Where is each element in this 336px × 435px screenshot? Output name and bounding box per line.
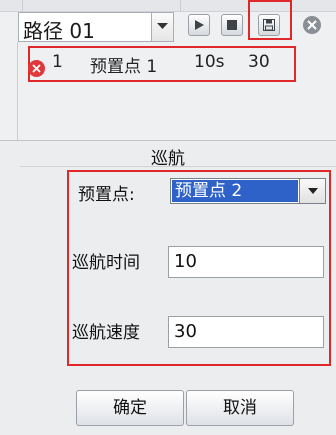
tab-divider (22, 0, 23, 12)
cruise-speed-input[interactable]: 30 (168, 316, 324, 348)
play-button[interactable] (188, 14, 210, 36)
tab-divider (180, 0, 181, 12)
cruise-speed-label: 巡航速度 (72, 323, 140, 343)
preset-select[interactable]: 预置点 2 (170, 178, 326, 204)
stop-button[interactable] (221, 14, 243, 36)
cancel-button[interactable]: 取消 (186, 390, 294, 426)
cruise-time-input[interactable]: 10 (168, 246, 324, 278)
point-speed: 30 (248, 52, 270, 72)
point-name: 预置点 1 (90, 57, 158, 77)
preset-select-value: 预置点 2 (172, 180, 298, 202)
close-button[interactable] (303, 16, 321, 34)
panel-edge (17, 42, 18, 142)
route-select[interactable]: 路径 01 (18, 12, 174, 43)
chevron-down-icon[interactable] (151, 13, 173, 41)
save-highlight-box (248, 0, 292, 40)
delete-point-button[interactable] (28, 60, 45, 77)
ok-button[interactable]: 确定 (76, 390, 184, 426)
point-duration: 10s (194, 52, 225, 72)
route-select-value: 路径 01 (23, 19, 95, 43)
cruise-time-label: 巡航时间 (72, 253, 140, 273)
point-index: 1 (52, 52, 63, 72)
dialog-divider (20, 166, 336, 167)
preset-label: 预置点: (78, 185, 135, 205)
chevron-down-icon[interactable] (299, 179, 325, 203)
